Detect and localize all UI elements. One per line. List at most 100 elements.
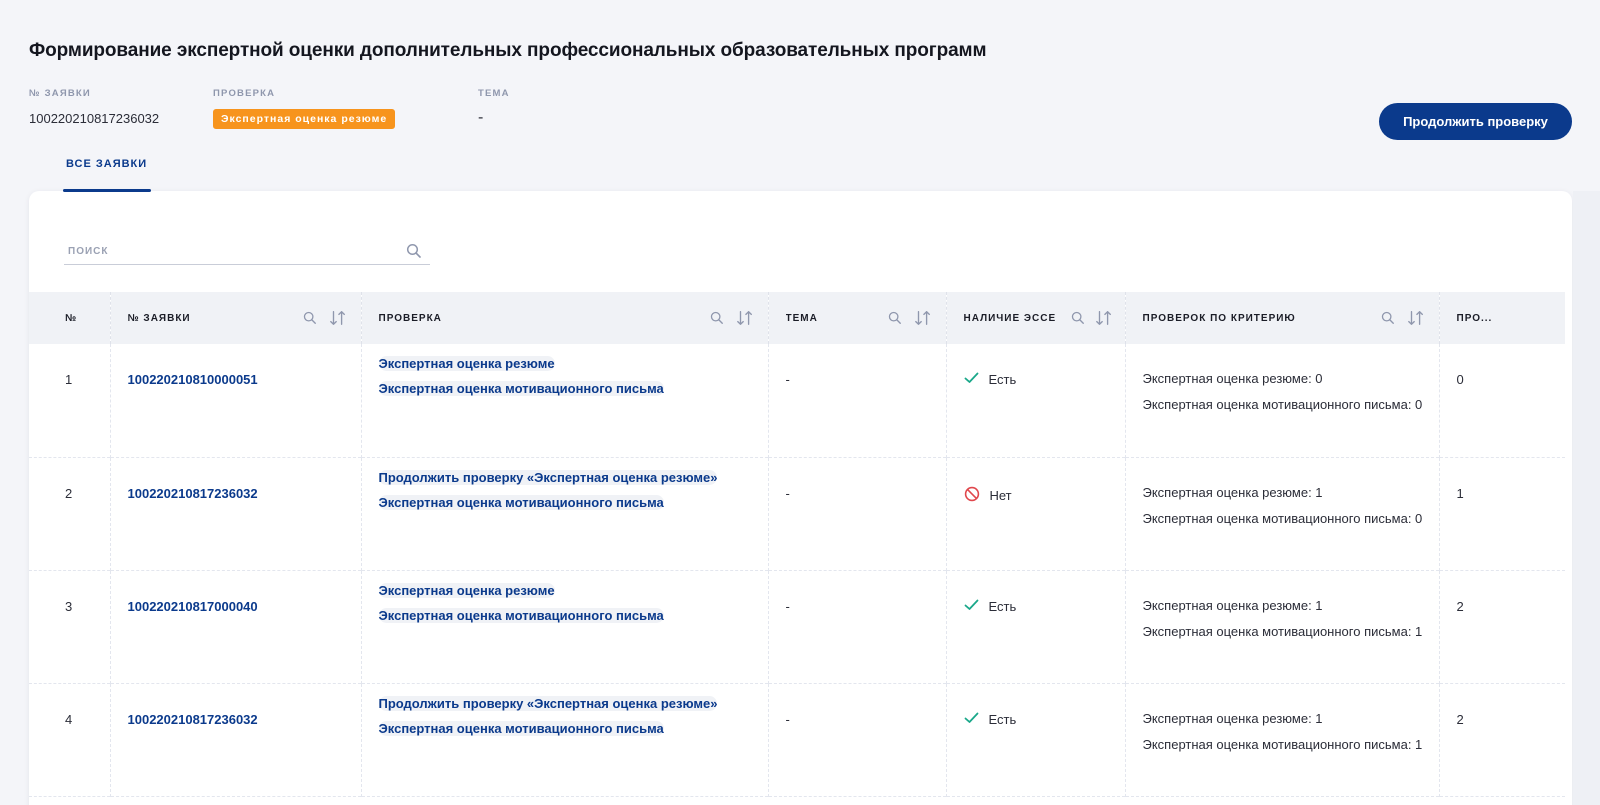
tab-all-applications[interactable]: Все заявки [63,158,151,192]
check-chip[interactable]: Экспертная оценка резюме [378,356,555,371]
cell-topic: - [768,457,947,570]
column-header-criteria: Проверок по критерию [1125,292,1440,344]
search-icon[interactable] [406,243,422,259]
column-label: № заявки [127,312,191,324]
cell-application: 100220210810000051 [110,344,362,457]
sort-icon[interactable] [1095,309,1113,327]
meta-topic-value: - [478,109,484,126]
sort-icon[interactable] [1407,309,1425,327]
column-label: Тема [785,312,818,324]
check-chip[interactable]: Экспертная оценка мотивационного письма [378,494,664,510]
no-entry-icon [964,486,980,505]
cell-num: 1 [29,344,111,457]
column-header-num: № [29,292,111,344]
meta-check: Проверка Экспертная оценка резюме [213,88,396,129]
column-label: Наличие эссе [963,312,1057,324]
meta-application: № заявки 100220210817236032 [29,88,159,126]
cell-essay: Есть [946,570,1126,683]
search-icon[interactable] [708,309,726,327]
meta-application-value: 100220210817236032 [29,111,160,126]
column-label: Проверка [378,312,442,324]
criteria-line: Экспертная оценка мотивационного письма:… [1142,623,1423,639]
search-icon[interactable] [1379,309,1397,327]
page-title: Формирование экспертной оценки дополните… [29,40,987,61]
continue-check-button[interactable]: Продолжить проверку [1379,103,1572,140]
meta-topic-label: Тема [478,88,510,99]
search-field [64,239,430,265]
check-chip[interactable]: Экспертная оценка мотивационного письма [378,720,664,736]
cell-criteria: Экспертная оценка резюме: 0 Экспертная оц… [1125,344,1440,457]
cell-checks: Экспертная оценка резюме Экспертная оценк… [361,570,769,683]
column-header-application: № заявки [110,292,362,344]
essay-status: Есть [988,598,1017,614]
cell-topic: - [768,683,947,796]
check-chip[interactable]: Продолжить проверку «Экспертная оценка р… [378,469,718,485]
check-icon [964,372,979,387]
criteria-line: Экспертная оценка мотивационного письма:… [1142,510,1423,526]
cell-application: 100220210817236032 [110,457,362,570]
search-input[interactable] [64,239,394,263]
cell-criteria: Экспертная оценка резюме: 1 Экспертная оц… [1125,683,1440,796]
column-header-essay: Наличие эссе [946,292,1126,344]
cell-application: 100220210817000040 [110,570,362,683]
column-label: № [65,312,78,324]
cell-checks: Экспертная оценка резюме Экспертная оценк… [361,344,769,457]
application-link[interactable]: 100220210810000051 [128,372,258,387]
cell-num: 4 [29,683,111,796]
cell-essay: Есть [946,344,1126,457]
criteria-line: Экспертная оценка резюме: 0 [1142,371,1323,386]
cell-application: 100220210817236032 [110,683,362,796]
application-link[interactable]: 100220210817236032 [128,712,258,727]
criteria-line: Экспертная оценка мотивационного письма:… [1142,736,1423,752]
check-chip[interactable]: Экспертная оценка резюме [378,582,555,598]
column-header-check: Проверка [361,292,769,344]
essay-status: Есть [988,372,1017,387]
cell-last: 2 [1456,598,1464,614]
search-icon[interactable] [301,309,319,327]
meta-topic: Тема - [478,88,510,127]
sort-icon[interactable] [736,309,754,327]
page-scroll-area [1573,191,1600,805]
cell-essay: Есть [946,683,1126,796]
cell-checks: Продолжить проверку «Экспертная оценка р… [361,457,769,570]
cell-topic: - [768,344,947,457]
cell-last: 0 [1456,372,1464,387]
sort-icon[interactable] [329,309,347,327]
table-row: 4 100220210817236032 Продолжить проверку… [29,683,1565,796]
table-row: 2 100220210817236032 Продолжить проверку… [29,457,1565,570]
application-link[interactable]: 100220210817000040 [128,599,258,614]
applications-card: № № заявки Проверка Тема Наличие эссе Пр… [29,191,1572,805]
table-header-row: № № заявки Проверка Тема Наличие эссе Пр… [29,292,1565,344]
meta-check-label: Проверка [213,88,276,99]
search-icon[interactable] [886,309,904,327]
table-row: 3 100220210817000040 Экспертная оценка р… [29,570,1565,683]
cell-num: 3 [29,570,111,683]
cell-criteria: Экспертная оценка резюме: 1 Экспертная оц… [1125,570,1440,683]
tab-active-indicator [63,189,151,192]
criteria-line: Экспертная оценка резюме: 1 [1142,710,1323,726]
cell-topic: - [768,570,947,683]
check-chip[interactable]: Экспертная оценка мотивационного письма [378,381,664,396]
column-label: Про... [1456,312,1493,324]
search-icon[interactable] [1069,309,1087,327]
column-header-last: Про... [1439,292,1565,344]
column-label: Проверок по критерию [1142,312,1296,324]
cell-last: 2 [1456,711,1464,727]
cell-essay: Нет [946,457,1126,570]
criteria-line: Экспертная оценка резюме: 1 [1142,484,1323,500]
check-icon [964,712,979,727]
cell-last: 1 [1456,485,1464,501]
table-row: 1 100220210810000051 Экспертная оценка р… [29,344,1565,457]
check-chip[interactable]: Экспертная оценка мотивационного письма [378,607,664,623]
sort-icon[interactable] [914,309,932,327]
status-badge: Экспертная оценка резюме [213,109,396,129]
check-icon [964,599,979,614]
criteria-line: Экспертная оценка резюме: 1 [1142,597,1323,613]
essay-status: Нет [989,487,1012,503]
cell-num: 2 [29,457,111,570]
essay-status: Есть [988,711,1017,727]
check-chip[interactable]: Продолжить проверку «Экспертная оценка р… [378,695,718,711]
cell-checks: Продолжить проверку «Экспертная оценка р… [361,683,769,796]
criteria-line: Экспертная оценка мотивационного письма:… [1142,397,1423,412]
application-link[interactable]: 100220210817236032 [128,486,258,501]
